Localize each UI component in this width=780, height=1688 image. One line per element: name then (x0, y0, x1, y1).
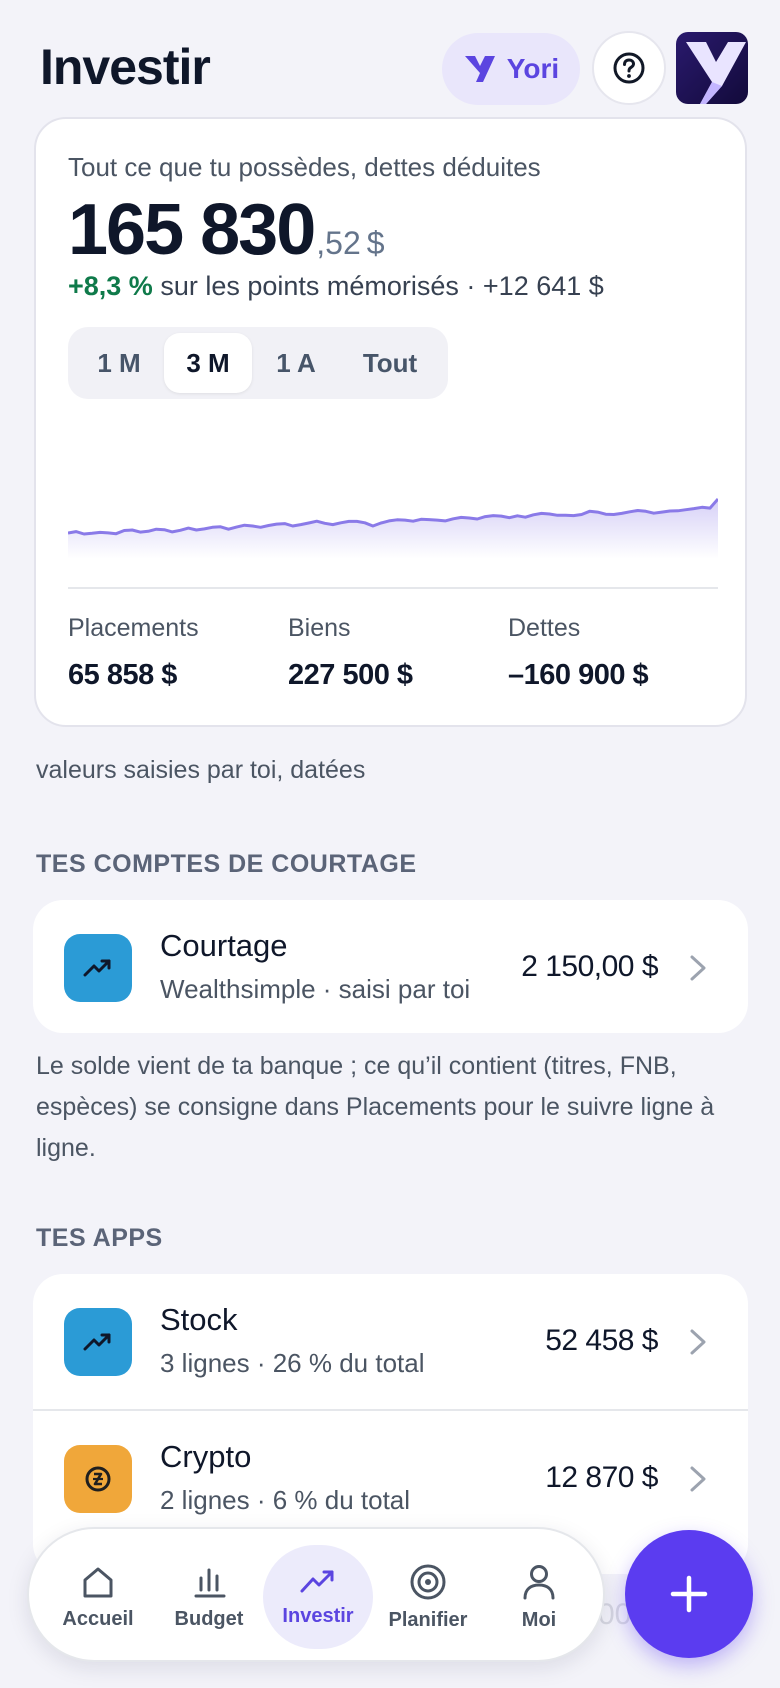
row-subtitle: Wealthsimple · saisi par toi (160, 974, 471, 1004)
brokerage-section-title: TES COMPTES DE COURTAGE (36, 850, 417, 878)
net-worth-decimals: ,52 (316, 225, 361, 261)
stat-value: 227 500 $ (288, 659, 413, 691)
nav-budget[interactable]: Budget (154, 1545, 264, 1649)
chevron-right-icon (690, 1329, 706, 1355)
yori-assistant-button[interactable]: Yori (442, 33, 580, 105)
app-row-stock[interactable]: Stock 3 lignes · 26 % du total 52 458 $ (33, 1274, 748, 1410)
brokerage-row-courtage[interactable]: Courtage Wealthsimple · saisi par toi 2 … (33, 900, 748, 1036)
card-divider (68, 587, 718, 589)
investir-screen: Investir Yori Tout ce que tu possèdes, d… (0, 0, 780, 1688)
row-title: Courtage (160, 928, 288, 963)
net-worth-label: Tout ce que tu possèdes, dettes déduites (68, 152, 541, 182)
net-worth-chart (68, 498, 718, 559)
app-logo[interactable] (676, 32, 748, 104)
bottom-navigation: Accueil Budget Investir Planifier Moi (27, 1527, 605, 1662)
range-all-button[interactable]: Tout (340, 333, 440, 393)
coin-icon (64, 1445, 132, 1513)
net-worth-integer: 165 830 (68, 190, 316, 270)
yori-logo-icon (464, 56, 495, 82)
nav-label: Budget (174, 1607, 244, 1630)
trending-up-icon (300, 1570, 334, 1592)
stat-placements: Placements 65 858 $ (68, 614, 288, 692)
row-value: 2 150,00 $ (521, 950, 658, 983)
net-worth-currency: $ (366, 225, 385, 261)
yori-label: Yori (506, 53, 560, 84)
nav-moi[interactable]: Moi (484, 1545, 594, 1649)
chevron-right-icon (690, 1466, 706, 1492)
bar-chart-icon (194, 1568, 226, 1597)
nav-label: Moi (521, 1608, 557, 1631)
app-logo-icon (686, 42, 746, 104)
net-worth-breakdown: Placements 65 858 $ Biens 227 500 $ Dett… (68, 614, 728, 692)
range-selector: 1 M 3 M 1 A Tout (68, 327, 448, 399)
row-value: 52 458 $ (545, 1324, 658, 1357)
help-icon (613, 52, 645, 84)
home-icon (83, 1567, 113, 1597)
brokerage-explanation: Le solde vient de ta banque ; ce qu’il c… (36, 1052, 715, 1162)
row-title: Crypto (160, 1439, 252, 1474)
page-title: Investir (40, 39, 211, 95)
trending-up-icon (64, 934, 132, 1002)
user-icon (523, 1564, 555, 1599)
chevron-right-icon (690, 955, 706, 981)
header: Investir Yori (0, 0, 780, 120)
nav-label: Accueil (62, 1607, 134, 1630)
stat-value: –160 900 $ (508, 659, 649, 691)
add-button[interactable] (625, 1530, 753, 1658)
range-1a-button[interactable]: 1 A (252, 333, 340, 393)
plus-icon (670, 1575, 708, 1613)
stat-dettes: Dettes –160 900 $ (508, 614, 728, 692)
apps-section-title: TES APPS (36, 1224, 163, 1252)
row-subtitle: 2 lignes · 6 % du total (160, 1485, 411, 1515)
help-button[interactable] (592, 31, 666, 105)
row-value: 12 870 $ (545, 1461, 658, 1494)
nav-planifier[interactable]: Planifier (373, 1545, 483, 1649)
change-amount: +12 641 $ (482, 271, 604, 301)
trending-up-icon (64, 1308, 132, 1376)
row-subtitle: 3 lignes · 26 % du total (160, 1348, 425, 1378)
range-1m-button[interactable]: 1 M (74, 333, 164, 393)
net-worth-change: +8,3 % sur les points mémorisés · +12 64… (68, 271, 604, 302)
stat-label: Placements (68, 614, 199, 642)
nav-investir[interactable]: Investir (263, 1545, 373, 1649)
target-icon (410, 1564, 446, 1599)
range-3m-button[interactable]: 3 M (164, 333, 252, 393)
nav-accueil[interactable]: Accueil (43, 1545, 153, 1649)
nav-label: Planifier (388, 1608, 468, 1631)
row-title: Stock (160, 1302, 238, 1337)
stat-label: Dettes (508, 614, 581, 642)
stat-label: Biens (288, 614, 351, 642)
stat-biens: Biens 227 500 $ (288, 614, 508, 692)
net-worth-amount: 165 830 ,52 $ (68, 189, 385, 271)
change-percent: +8,3 % (68, 271, 153, 301)
stat-value: 65 858 $ (68, 659, 177, 691)
nav-label: Investir (282, 1604, 354, 1627)
net-worth-card: Tout ce que tu possèdes, dettes déduites… (34, 117, 747, 727)
values-note: valeurs saisies par toi, datées (36, 756, 366, 784)
change-text: sur les points mémorisés · (152, 271, 483, 301)
brokerage-card: Courtage Wealthsimple · saisi par toi 2 … (33, 900, 748, 1033)
